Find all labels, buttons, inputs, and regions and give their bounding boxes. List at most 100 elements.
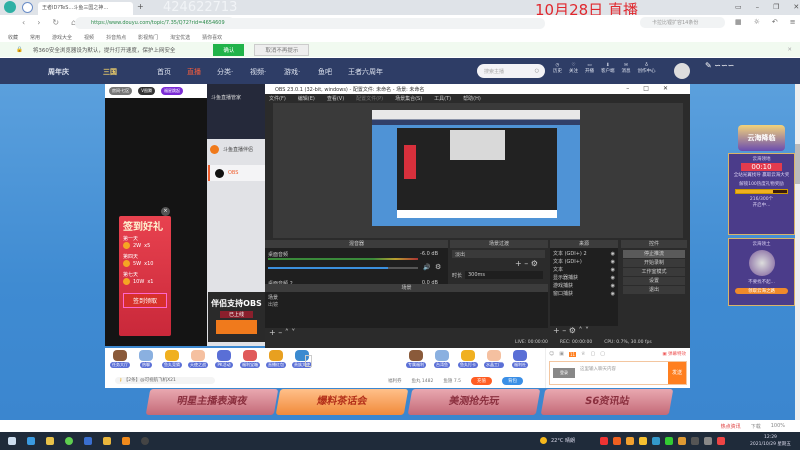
- volume-slider[interactable]: [268, 267, 418, 269]
- source-controls[interactable]: + – ⚙ ˄ ˅: [550, 326, 618, 335]
- nav-video[interactable]: 视频·: [250, 67, 266, 77]
- coupon-count[interactable]: 福利券: [388, 378, 402, 384]
- scene-controls[interactable]: + – ˄ ˅: [265, 328, 548, 337]
- eye-icon[interactable]: ◉: [611, 266, 615, 274]
- recharge-button[interactable]: 充值: [470, 377, 492, 385]
- danmu-effect-toggle[interactable]: ▣ 弹幕特效: [662, 351, 686, 357]
- dropdown-item-companion[interactable]: 斗鱼直播伴侣: [210, 145, 253, 154]
- skin-icon[interactable]: ▭: [735, 3, 742, 11]
- app-icon[interactable]: [84, 437, 92, 445]
- gift-item[interactable]: PK活动: [213, 350, 235, 368]
- tray-icon[interactable]: [613, 437, 621, 445]
- menu-tools[interactable]: 工具(T): [434, 95, 451, 102]
- tray-icon[interactable]: [626, 437, 634, 445]
- emoji-icon[interactable]: ☺: [549, 351, 554, 357]
- volume-icon[interactable]: [704, 437, 712, 445]
- send-button[interactable]: 发送: [668, 362, 686, 384]
- network-icon[interactable]: [691, 437, 699, 445]
- card-icon[interactable]: ▢: [600, 351, 605, 357]
- explorer-icon[interactable]: [46, 437, 54, 445]
- gift-item[interactable]: 任务大厅: [109, 350, 131, 368]
- zoom-level[interactable]: 100%: [771, 423, 785, 429]
- confirm-button[interactable]: 确认: [213, 43, 245, 56]
- browser-tab[interactable]: 王者ID?TeS…斗鱼三国之神…: [38, 2, 133, 15]
- signin-button[interactable]: 签到领取: [123, 293, 167, 308]
- user-avatar[interactable]: [674, 63, 690, 79]
- bookmark[interactable]: 淘宝优选: [170, 34, 190, 41]
- bookmark[interactable]: 抖音热点: [106, 34, 126, 41]
- app-icon[interactable]: [103, 437, 111, 445]
- new-tab-button[interactable]: +: [137, 2, 144, 11]
- bookmark[interactable]: 游戏大全: [52, 34, 72, 41]
- banner-star-show[interactable]: 明星主播表演夜: [145, 389, 279, 415]
- menu-icon[interactable]: ≡: [790, 18, 796, 26]
- clock[interactable]: 12:29 2021/10/29 星期五: [750, 434, 791, 448]
- nav-games[interactable]: 游戏·: [284, 67, 300, 77]
- refresh-icon[interactable]: ↻: [52, 18, 59, 27]
- eye-icon[interactable]: ◉: [611, 258, 615, 266]
- douyu-icon[interactable]: [122, 437, 130, 445]
- banner-s6-news[interactable]: S6资讯站: [540, 389, 674, 415]
- card-button[interactable]: 领取云海之路: [735, 288, 788, 294]
- source-item[interactable]: 文本 ◉: [553, 266, 615, 274]
- stop-streaming-button[interactable]: 停止推流: [623, 250, 685, 258]
- login-button[interactable]: 登录: [553, 368, 575, 378]
- gift-item[interactable]: 福利社: [509, 350, 531, 368]
- source-item[interactable]: 游戏捕获 ◉: [553, 282, 615, 290]
- gift-item[interactable]: 台湾鱼: [431, 350, 453, 368]
- weather[interactable]: 22°C 晴朗: [540, 437, 575, 444]
- menu-file[interactable]: 文件(F): [269, 95, 286, 102]
- obs-promo[interactable]: 伴侣支持OBS 已上线: [208, 292, 265, 342]
- gift-item[interactable]: 直播红包: [265, 350, 287, 368]
- start-recording-button[interactable]: 开始录制: [623, 259, 685, 267]
- crown-icon[interactable]: ♕: [581, 351, 585, 357]
- gift-item[interactable]: 专属福利: [405, 350, 427, 368]
- gift-item[interactable]: 鱼丸打卡: [457, 350, 479, 368]
- gift-item[interactable]: 天使之战: [187, 350, 209, 368]
- dismiss-button[interactable]: 取消不再提示: [254, 43, 310, 56]
- banner-preview[interactable]: 美测抢先玩: [407, 389, 541, 415]
- menu-edit[interactable]: 编辑(E): [298, 95, 315, 102]
- event-card[interactable]: 云海领地 00:10 全站光翼找导 赢取云海大奖 解锁100热度礼物奖励 216…: [728, 153, 795, 235]
- settings-icon[interactable]: ☼: [754, 18, 760, 26]
- close-button[interactable]: ✕: [793, 3, 799, 11]
- forward-icon[interactable]: ›: [37, 18, 40, 27]
- history-button[interactable]: ◷ 历史: [553, 63, 562, 74]
- eye-icon[interactable]: ◉: [611, 250, 615, 258]
- bookmark[interactable]: 猜你喜欢: [202, 34, 222, 41]
- messages-button[interactable]: ✉ 消息: [622, 63, 631, 74]
- page-scrollbar[interactable]: [795, 84, 800, 420]
- card-icon[interactable]: ▢: [591, 351, 596, 357]
- gift-item[interactable]: 水晶工厂: [483, 350, 505, 368]
- nav-kog6[interactable]: 王者六周年: [348, 67, 383, 77]
- exit-button[interactable]: 退出: [623, 286, 685, 294]
- ie-icon[interactable]: [27, 437, 35, 445]
- eye-icon[interactable]: ◉: [611, 282, 615, 290]
- tag-badge[interactable]: 福星跳起: [161, 87, 184, 95]
- downloads[interactable]: 下载: [751, 423, 761, 430]
- scroll-thumb[interactable]: [795, 144, 800, 184]
- sanguo-logo[interactable]: 三国: [103, 67, 117, 77]
- tray-icon[interactable]: [678, 437, 686, 445]
- douyu-search-input[interactable]: 搜索主播 ○: [477, 64, 545, 78]
- source-item[interactable]: 文本 (GDI+) 2 ◉: [553, 250, 615, 258]
- menu-help[interactable]: 帮助(H): [463, 95, 481, 102]
- nav-yuba[interactable]: 鱼吧: [318, 67, 332, 77]
- maximize-button[interactable]: ❐: [773, 3, 779, 11]
- bookmark[interactable]: 影视热门: [138, 34, 158, 41]
- nav-category[interactable]: 分类·: [217, 67, 233, 77]
- system-tray[interactable]: [600, 437, 725, 445]
- start-icon[interactable]: [8, 437, 16, 445]
- browser-search-input[interactable]: 卡拉比锂扩容14条份: [640, 17, 725, 28]
- menu-profile[interactable]: 配置文件(P): [356, 95, 383, 102]
- start-live-button[interactable]: ▭ 开播: [585, 63, 594, 74]
- anniversary-logo[interactable]: 周年庆: [48, 67, 69, 77]
- menu-scene-collection[interactable]: 场景集合(S): [395, 95, 422, 102]
- bookmark[interactable]: 视频: [84, 34, 94, 41]
- expand-icon[interactable]: ˄: [305, 355, 312, 367]
- browser360-icon[interactable]: [65, 437, 73, 445]
- vip-badge[interactable]: V图腾: [138, 87, 156, 95]
- url-field[interactable]: https://www.douyu.com/topic/7.35/Q72?rid…: [75, 18, 545, 29]
- back-icon[interactable]: ‹: [22, 18, 25, 27]
- follow-button[interactable]: ♡ 关注: [569, 63, 578, 74]
